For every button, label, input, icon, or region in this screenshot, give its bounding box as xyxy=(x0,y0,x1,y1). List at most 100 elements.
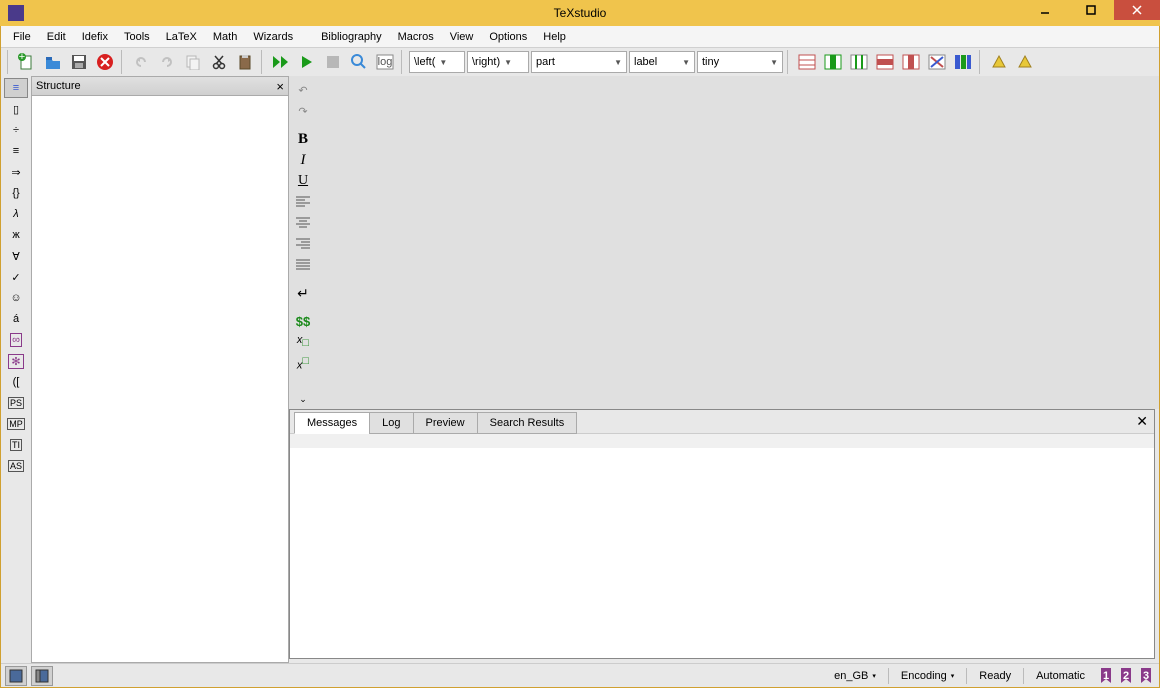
left-icon-operators[interactable]: ÷ xyxy=(4,120,28,140)
structure-body[interactable] xyxy=(31,96,289,663)
bottom-panel-close-button[interactable]: ✕ xyxy=(1136,413,1148,430)
status-automatic[interactable]: Automatic xyxy=(1032,670,1089,682)
section-combo[interactable]: part▼ xyxy=(531,51,627,73)
left-icon-relations[interactable]: ≡ xyxy=(4,141,28,161)
editor-redo-button[interactable]: ↷ xyxy=(292,101,314,121)
left-icon-misc-text[interactable]: ✓ xyxy=(4,267,28,287)
left-icon-metapost[interactable]: MP xyxy=(4,414,28,434)
view-log-button[interactable]: log xyxy=(373,50,397,74)
menu-help[interactable]: Help xyxy=(535,28,574,46)
open-file-button[interactable] xyxy=(41,50,65,74)
copy-button[interactable] xyxy=(181,50,205,74)
subscript-button[interactable]: x□ xyxy=(292,332,314,352)
badge-3[interactable]: 3 xyxy=(1137,667,1155,685)
inline-math-button[interactable]: $$ xyxy=(292,311,314,331)
bold-icon: B xyxy=(298,131,308,148)
badge-1[interactable]: 1 xyxy=(1097,667,1115,685)
left-icon-misc-math[interactable]: ∀ xyxy=(4,246,28,266)
cut-button[interactable] xyxy=(207,50,231,74)
structure-close-button[interactable]: × xyxy=(276,79,284,94)
redo-button[interactable] xyxy=(155,50,179,74)
structure-title: Structure xyxy=(36,80,81,92)
tab-log[interactable]: Log xyxy=(369,412,413,434)
status-language[interactable]: en_GB▾ xyxy=(830,670,880,682)
status-encoding[interactable]: Encoding▾ xyxy=(897,670,958,682)
chevron-down-icon: ▼ xyxy=(439,58,447,67)
right-delimiter-combo[interactable]: \right)▼ xyxy=(467,51,529,73)
left-icon-greek[interactable]: λ xyxy=(4,204,28,224)
underline-button[interactable]: U xyxy=(292,171,314,191)
italic-button[interactable]: I xyxy=(292,150,314,170)
maximize-button[interactable] xyxy=(1068,0,1114,20)
badge-2[interactable]: 2 xyxy=(1117,667,1135,685)
tab-preview[interactable]: Preview xyxy=(413,412,478,434)
align-right-button[interactable] xyxy=(292,234,314,254)
editor-canvas[interactable] xyxy=(317,76,1159,409)
menu-math[interactable]: Math xyxy=(205,28,245,46)
menu-idefix[interactable]: Idefix xyxy=(74,28,116,46)
close-file-button[interactable] xyxy=(93,50,117,74)
chevron-down-icon: ▼ xyxy=(770,58,778,67)
menu-macros[interactable]: Macros xyxy=(390,28,442,46)
left-delimiter-combo[interactable]: \left(▼ xyxy=(409,51,465,73)
ref-combo[interactable]: label▼ xyxy=(629,51,695,73)
menu-latex[interactable]: LaTeX xyxy=(158,28,205,46)
editor-undo-button[interactable]: ↶ xyxy=(292,80,314,100)
table-tool-1[interactable] xyxy=(795,50,819,74)
undo-button[interactable] xyxy=(129,50,153,74)
fontsize-combo[interactable]: tiny▼ xyxy=(697,51,783,73)
left-icon-special[interactable]: ∞ xyxy=(4,330,28,350)
warning-next-button[interactable] xyxy=(1013,50,1037,74)
left-icon-favorites[interactable]: ✻ xyxy=(4,351,28,371)
tab-search-results[interactable]: Search Results xyxy=(477,412,578,434)
paste-button[interactable] xyxy=(233,50,257,74)
left-icon-tikz[interactable]: TI xyxy=(4,435,28,455)
menu-wizards[interactable]: Wizards xyxy=(245,28,301,46)
left-icon-cyrillic[interactable]: ж xyxy=(4,225,28,245)
view-pdf-button[interactable] xyxy=(347,50,371,74)
align-center-button[interactable] xyxy=(292,213,314,233)
tab-messages[interactable]: Messages xyxy=(294,412,370,434)
warning-prev-button[interactable] xyxy=(987,50,1011,74)
newline-button[interactable]: ↵ xyxy=(292,283,314,303)
menu-bibliography[interactable]: Bibliography xyxy=(313,28,390,46)
table-tool-7[interactable] xyxy=(951,50,975,74)
menu-file[interactable]: File xyxy=(5,28,39,46)
expand-button[interactable]: ⌄ xyxy=(292,389,314,409)
new-file-button[interactable]: + xyxy=(15,50,39,74)
minimize-button[interactable] xyxy=(1022,0,1068,20)
left-icon-arrows[interactable]: ⇒ xyxy=(4,162,28,182)
left-icon-delimiters[interactable]: {} xyxy=(4,183,28,203)
left-icon-pstricks[interactable]: PS xyxy=(4,393,28,413)
stop-button[interactable] xyxy=(321,50,345,74)
menu-options[interactable]: Options xyxy=(481,28,535,46)
menu-view[interactable]: View xyxy=(442,28,482,46)
close-button[interactable] xyxy=(1114,0,1160,20)
left-icon-asymptote[interactable]: AS xyxy=(4,456,28,476)
menu-tools[interactable]: Tools xyxy=(116,28,158,46)
left-icon-bookmarks[interactable]: ▯ xyxy=(4,99,28,119)
bold-button[interactable]: B xyxy=(292,129,314,149)
left-icon-accented[interactable]: á xyxy=(4,309,28,329)
bottom-panel-body[interactable] xyxy=(290,434,1154,658)
align-left-button[interactable] xyxy=(292,192,314,212)
compile-button[interactable] xyxy=(295,50,319,74)
table-tool-5[interactable] xyxy=(899,50,923,74)
list-icon: ≡ xyxy=(13,82,19,94)
status-view-button-1[interactable] xyxy=(5,666,27,686)
table-tool-6[interactable] xyxy=(925,50,949,74)
save-file-button[interactable] xyxy=(67,50,91,74)
build-view-button[interactable] xyxy=(269,50,293,74)
superscript-button[interactable]: x□ xyxy=(292,353,314,373)
left-icon-leftright[interactable]: ([ xyxy=(4,372,28,392)
table-tool-2[interactable] xyxy=(821,50,845,74)
align-justify-button[interactable] xyxy=(292,255,314,275)
table-tool-4[interactable] xyxy=(873,50,897,74)
chevron-down-icon: ▾ xyxy=(872,672,876,680)
table-tool-3[interactable] xyxy=(847,50,871,74)
left-icon-faces[interactable]: ☺ xyxy=(4,288,28,308)
menu-edit[interactable]: Edit xyxy=(39,28,74,46)
left-icon-structure[interactable]: ≡ xyxy=(4,78,28,98)
statusbar-separator xyxy=(1023,668,1024,684)
status-view-button-2[interactable] xyxy=(31,666,53,686)
